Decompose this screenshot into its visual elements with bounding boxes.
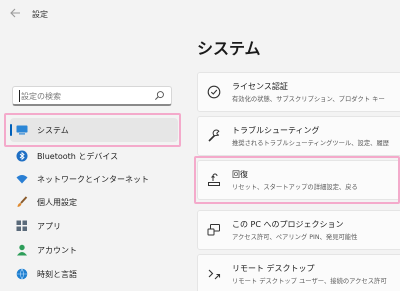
app-title: 設定 <box>32 10 48 19</box>
sidebar-item-label: システム <box>37 125 69 135</box>
card-title: トラブルシューティング <box>232 126 320 135</box>
card-title: この PC へのプロジェクション <box>232 220 344 229</box>
card-troubleshoot[interactable]: トラブルシューティング 推奨されるトラブルシューティングツール、設定、履歴 <box>197 116 400 156</box>
sidebar-item-label: アプリ <box>37 221 61 231</box>
sidebar-item-system[interactable]: システム <box>10 118 178 142</box>
card-activation[interactable]: ライセンス認証 有効化の状態、サブスクリプション、プロダクト キー <box>197 72 400 112</box>
projection-icon <box>207 224 220 236</box>
card-description: アクセス許可、ペアリング PIN、発見可能性 <box>232 234 358 241</box>
sidebar-item-label: 時刻と言語 <box>37 269 77 279</box>
selection-indicator <box>10 124 12 136</box>
account-icon <box>16 244 28 256</box>
sidebar-item-network[interactable]: ネットワークとインターネット <box>10 167 178 191</box>
card-title: ライセンス認証 <box>232 82 288 91</box>
page-title: システム <box>197 39 261 58</box>
sidebar-item-time-language[interactable]: 時刻と言語 <box>10 262 178 286</box>
card-title: 回復 <box>232 170 248 179</box>
globe-clock-icon <box>16 268 28 280</box>
card-recovery[interactable]: 回復 リセット、スタートアップの詳細設定、戻る <box>197 160 400 200</box>
back-arrow-icon <box>10 8 20 18</box>
card-title: リモート デスクトップ <box>232 264 315 273</box>
card-description: 推奨されるトラブルシューティングツール、設定、履歴 <box>232 140 390 147</box>
card-projection[interactable]: この PC へのプロジェクション アクセス許可、ペアリング PIN、発見可能性 <box>197 210 400 250</box>
sidebar-item-personalization[interactable]: 個人用設定 <box>10 190 178 214</box>
search-box[interactable] <box>12 86 172 106</box>
sidebar-item-label: Bluetooth とデバイス <box>37 151 119 161</box>
card-remote-desktop[interactable]: リモート デスクトップ リモート デスクトップ ユーザー、接続のアクセス許可 <box>197 254 400 291</box>
search-icon[interactable] <box>154 90 165 101</box>
sidebar-item-label: 個人用設定 <box>37 197 77 207</box>
title-bar: 設定 <box>0 0 400 30</box>
wrench-icon <box>208 129 220 142</box>
apps-icon <box>16 220 28 232</box>
system-icon <box>16 124 28 136</box>
bluetooth-icon <box>16 150 28 162</box>
recovery-icon <box>208 173 220 186</box>
card-description: 有効化の状態、サブスクリプション、プロダクト キー <box>232 96 385 103</box>
sidebar-item-label: ネットワークとインターネット <box>37 174 149 184</box>
sidebar-item-bluetooth[interactable]: Bluetooth とデバイス <box>10 144 178 168</box>
sidebar-item-accounts[interactable]: アカウント <box>10 238 178 262</box>
text-caret <box>19 90 20 102</box>
sidebar-item-apps[interactable]: アプリ <box>10 214 178 238</box>
search-input[interactable] <box>21 88 157 104</box>
sidebar-item-label: アカウント <box>37 245 77 255</box>
card-description: リモート デスクトップ ユーザー、接続のアクセス許可 <box>232 278 387 285</box>
card-description: リセット、スタートアップの詳細設定、戻る <box>232 184 358 191</box>
paintbrush-icon <box>16 196 28 208</box>
activation-check-icon <box>207 85 221 99</box>
back-button[interactable] <box>6 7 24 23</box>
remote-desktop-icon <box>208 269 221 280</box>
wifi-icon <box>16 173 28 185</box>
